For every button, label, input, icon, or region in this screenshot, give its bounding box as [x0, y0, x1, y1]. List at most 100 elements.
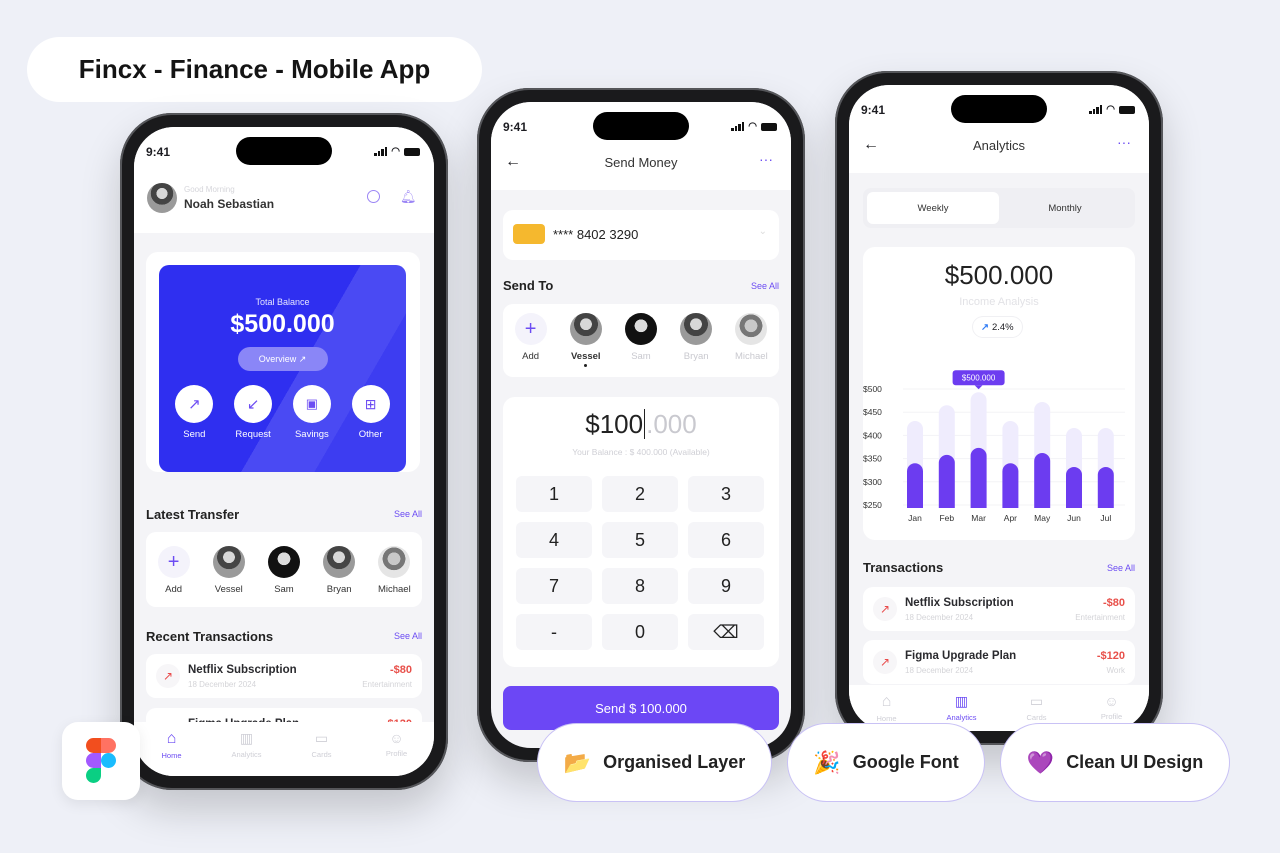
user-name: Noah Sebastian	[184, 197, 275, 211]
screen-title: Send Money	[604, 155, 678, 170]
add-contact-button[interactable]: + Add	[149, 546, 199, 595]
bar-value[interactable]	[970, 447, 987, 508]
income-chart: $500 $450 $400 $350 $300 $250 Jan Feb Mar $500.00…	[863, 370, 1125, 523]
figma-icon	[86, 738, 116, 783]
contact-item[interactable]: Sam	[616, 313, 666, 362]
x-tick-label: Feb	[939, 513, 954, 523]
key-2[interactable]: 2	[602, 476, 678, 512]
card-icon: ▭	[1029, 693, 1044, 709]
badge-organised-layer: 📂 Organised Layer	[537, 723, 772, 802]
phone-send-money: 9:41 ◠ ← Send Money ··· **** 8402 3290 ⌄ …	[477, 88, 805, 762]
plus-icon: +	[157, 546, 190, 578]
see-all-link[interactable]: See All	[751, 281, 779, 291]
avatar	[267, 546, 300, 578]
period-toggle: Weekly Monthly	[863, 188, 1135, 228]
badge-google-font: 🎉 Google Font	[787, 723, 985, 802]
chevron-down-icon: ⌄	[758, 226, 767, 237]
transactions-title: Transactions	[863, 560, 944, 575]
arrow-up-right-icon: ↗	[156, 664, 180, 688]
battery-icon	[404, 147, 420, 156]
transaction-row[interactable]: ↗ Netflix Subscription 18 December 2024 …	[863, 587, 1135, 631]
battery-icon	[1119, 105, 1135, 114]
action-other[interactable]: ⊞ Other	[346, 385, 396, 440]
analytics-icon: ▥	[954, 693, 969, 709]
y-tick-label: $500	[863, 384, 882, 394]
key-9[interactable]: 9	[688, 568, 764, 604]
contact-item[interactable]: Michael	[369, 546, 419, 595]
folder-icon: 📂	[563, 749, 592, 775]
nav-analytics[interactable]: ▥ Analytics	[219, 730, 274, 776]
balance-card: Total Balance $500.000 Overview ↗ ↗ Send …	[159, 265, 406, 472]
bar-value[interactable]	[907, 463, 923, 508]
arrow-up-right-icon: ↗	[175, 385, 214, 423]
recent-transactions-title: Recent Transactions	[146, 629, 274, 644]
bar-value[interactable]	[1002, 463, 1019, 508]
nav-cards[interactable]: ▭ Cards	[294, 730, 349, 776]
amount-input[interactable]: $100.000	[491, 409, 791, 440]
x-tick-label: Jun	[1067, 513, 1081, 523]
chat-icon[interactable]	[367, 190, 380, 203]
badge-clean-ui: 💜 Clean UI Design	[1000, 723, 1230, 802]
tab-weekly[interactable]: Weekly	[867, 192, 999, 224]
profile-icon: ☺	[389, 730, 404, 746]
x-tick-label: May	[1034, 513, 1051, 523]
action-send[interactable]: ↗ Send	[169, 385, 219, 440]
plus-icon: +	[514, 313, 547, 345]
contact-item-selected[interactable]: Vessel	[561, 313, 611, 367]
overview-button[interactable]: Overview ↗	[237, 347, 328, 371]
y-tick-label: $250	[863, 500, 882, 510]
see-all-link[interactable]: See All	[1107, 563, 1135, 573]
key-3[interactable]: 3	[688, 476, 764, 512]
contact-item[interactable]: Michael	[726, 313, 776, 362]
key-7[interactable]: 7	[516, 568, 592, 604]
bar-value[interactable]	[1066, 466, 1082, 508]
see-all-link[interactable]: See All	[394, 509, 422, 519]
tab-monthly[interactable]: Monthly	[999, 192, 1131, 224]
contact-item[interactable]: Bryan	[671, 313, 721, 362]
page-title: Fincx - Finance - Mobile App	[27, 37, 482, 102]
card-icon	[513, 224, 545, 244]
contact-item[interactable]: Sam	[259, 546, 309, 595]
key-dash[interactable]: -	[516, 614, 592, 650]
transaction-row[interactable]: ↗ Figma Upgrade Plan 18 December 2024 -$…	[863, 640, 1135, 684]
add-contact-button[interactable]: + Add	[506, 313, 556, 362]
more-icon[interactable]: ···	[759, 151, 773, 167]
avatar[interactable]	[147, 183, 177, 213]
x-tick-label: Jul	[1100, 513, 1111, 523]
backspace-key[interactable]: ⌫	[688, 614, 764, 650]
income-amount: $500.000	[944, 260, 1054, 290]
key-4[interactable]: 4	[516, 522, 592, 558]
greeting: Good Morning	[184, 185, 235, 194]
bar-value[interactable]	[1034, 453, 1051, 508]
wifi-icon: ◠	[1106, 104, 1115, 115]
key-8[interactable]: 8	[602, 568, 678, 604]
action-savings[interactable]: ▣ Savings	[287, 385, 337, 440]
nav-home[interactable]: ⌂ Home	[144, 730, 199, 776]
transaction-row[interactable]: ↗ Netflix Subscription 18 December 2024 …	[146, 654, 422, 698]
bar-value[interactable]	[1097, 466, 1114, 508]
bottom-nav: ⌂ Home ▥ Analytics ▭ Cards ☺ Profile	[134, 722, 434, 776]
wallet-icon: ▣	[292, 385, 331, 423]
y-tick-label: $300	[863, 477, 882, 487]
key-5[interactable]: 5	[602, 522, 678, 558]
action-request[interactable]: ↙ Request	[228, 385, 278, 440]
bell-icon[interactable]: 🔔︎	[400, 189, 417, 205]
figma-logo	[62, 722, 140, 800]
nav-profile[interactable]: ☺ Profile	[369, 730, 424, 776]
key-0[interactable]: 0	[602, 614, 678, 650]
see-all-link[interactable]: See All	[394, 631, 422, 641]
bar-value[interactable]	[938, 454, 955, 508]
wifi-icon: ◠	[391, 146, 400, 157]
card-selector[interactable]: **** 8402 3290 ⌄	[503, 210, 779, 260]
contact-item[interactable]: Bryan	[314, 546, 364, 595]
selected-dot	[584, 364, 588, 367]
phone-home: 9:41 ◠ Good Morning Noah Sebastian 🔔︎ Tot…	[120, 113, 448, 790]
key-6[interactable]: 6	[688, 522, 764, 558]
status-bar: 9:41 ◠	[849, 103, 1149, 117]
key-1[interactable]: 1	[516, 476, 592, 512]
avatar	[569, 313, 602, 345]
x-tick-label: Jan	[908, 513, 922, 523]
contact-item[interactable]: Vessel	[204, 546, 254, 595]
y-tick-label: $400	[863, 430, 882, 440]
more-icon[interactable]: ···	[1117, 134, 1131, 150]
